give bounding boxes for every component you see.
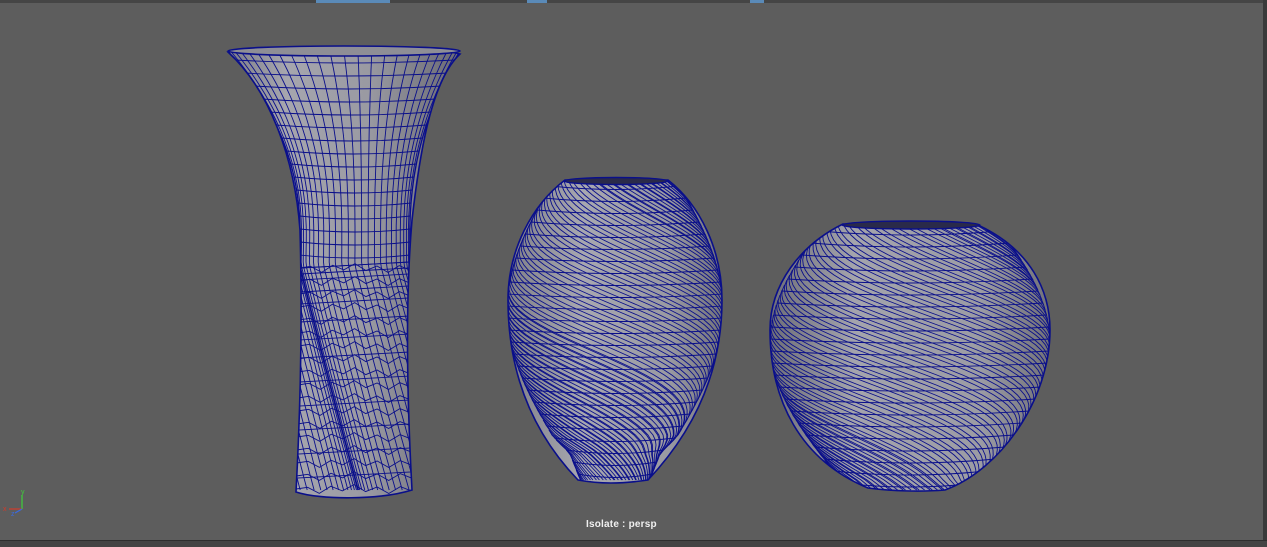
scene-canvas[interactable] bbox=[0, 0, 1267, 547]
viewport-right-border bbox=[1263, 0, 1267, 547]
camera-label: Isolate : persp bbox=[586, 519, 657, 530]
z-axis-line bbox=[14, 508, 23, 514]
axis-gizmo: y x z bbox=[3, 489, 25, 517]
x-axis-label: x bbox=[3, 506, 7, 513]
z-axis-label: z bbox=[11, 511, 15, 517]
twisted-oval-vase[interactable] bbox=[507, 176, 723, 484]
tall-flared-vase[interactable] bbox=[227, 45, 461, 499]
viewport-bottom-border bbox=[0, 540, 1267, 547]
twisted-round-vase[interactable] bbox=[769, 220, 1051, 492]
y-axis-label: y bbox=[21, 489, 25, 496]
3d-viewport[interactable]: y x z Isolate : persp bbox=[0, 0, 1267, 547]
